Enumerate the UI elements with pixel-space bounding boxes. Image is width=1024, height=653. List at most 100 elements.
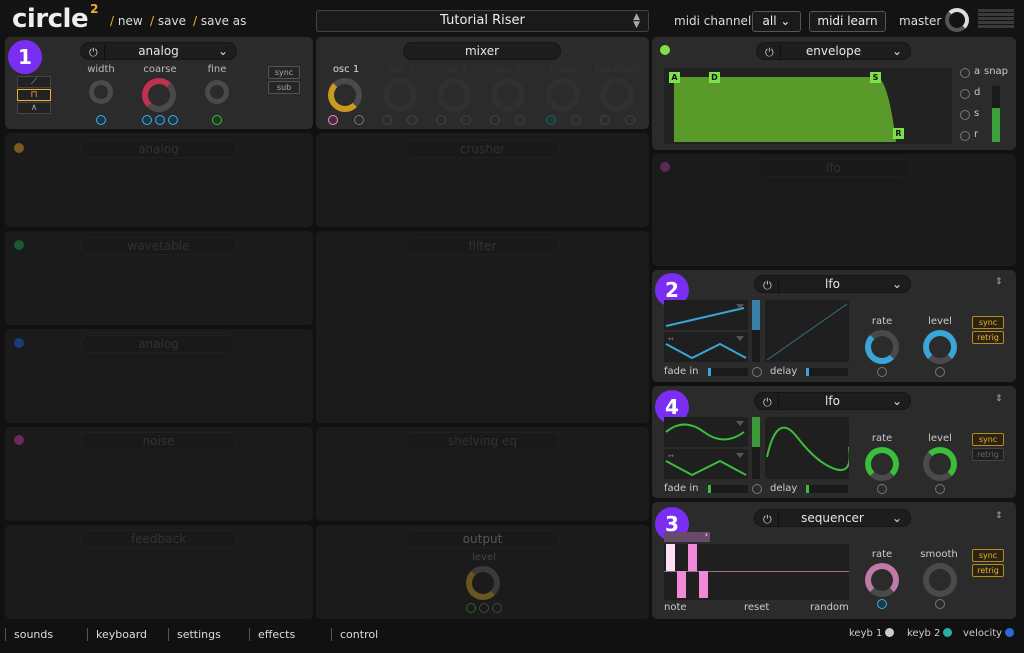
save-as-button[interactable]: / save as — [193, 14, 246, 28]
env-option-d-radio[interactable] — [960, 89, 970, 99]
mixer-noise-knob[interactable] — [546, 78, 580, 112]
sub-button[interactable]: sub — [268, 81, 300, 94]
master-knob[interactable] — [945, 8, 969, 32]
osc4-type-select[interactable]: analog — [80, 335, 237, 353]
square-wave-icon[interactable]: ⊓ — [17, 89, 51, 101]
power-icon[interactable]: ⏻ — [89, 45, 105, 61]
mixer-osc2-knob[interactable] — [383, 78, 417, 112]
env-option-a-radio[interactable] — [960, 68, 970, 78]
lfo4-rate-dot[interactable] — [877, 484, 887, 494]
preset-selector[interactable]: Tutorial Riser ▲ ▼ — [316, 10, 649, 32]
tab-control[interactable]: control — [331, 628, 378, 641]
lfo4-toggle[interactable] — [752, 484, 762, 494]
tab-effects[interactable]: effects — [249, 628, 295, 641]
seq-reset-label[interactable]: reset — [744, 602, 769, 613]
mixer-dot[interactable] — [461, 115, 471, 125]
triangle-wave-icon[interactable]: ∧ — [17, 102, 51, 114]
output-dot[interactable] — [492, 603, 502, 613]
mixer-dot[interactable] — [546, 115, 556, 125]
sequencer-select[interactable]: ⏻ sequencer ⌄ — [754, 509, 911, 528]
lfo-dim-select[interactable]: lfo — [756, 159, 911, 177]
noise-type-select[interactable]: noise — [80, 432, 237, 450]
mixer-osc1-route-dot[interactable] — [328, 115, 338, 125]
coarse-mod-dot-3[interactable] — [168, 115, 178, 125]
mixer-osc1-dot[interactable] — [354, 115, 364, 125]
mixer-dot[interactable] — [571, 115, 581, 125]
osc3-type-select[interactable]: wavetable — [80, 237, 237, 255]
lfo2-sync-button[interactable]: sync — [972, 316, 1004, 329]
seq-smooth-dot[interactable] — [935, 599, 945, 609]
output-dot[interactable] — [479, 603, 489, 613]
mixer-dot[interactable] — [382, 115, 392, 125]
seq-rate-mod-dot[interactable] — [877, 599, 887, 609]
lfo2-fade-slider[interactable] — [708, 368, 748, 376]
lfo4-shape-b[interactable]: ↔ — [664, 449, 748, 479]
tab-sounds[interactable]: sounds — [5, 628, 53, 641]
updown-icon[interactable]: ⇕ — [995, 277, 1003, 287]
lfo2-level-dot[interactable] — [935, 367, 945, 377]
coarse-mod-dot-2[interactable] — [155, 115, 165, 125]
envelope-point-s[interactable]: S — [870, 72, 881, 83]
mixer-osc1-knob[interactable] — [328, 78, 362, 112]
coarse-knob[interactable] — [142, 78, 176, 112]
output-dot[interactable] — [466, 603, 476, 613]
power-icon[interactable]: ⏻ — [763, 512, 779, 528]
mixer-dot[interactable] — [490, 115, 500, 125]
lfo4-fade-slider[interactable] — [708, 485, 748, 493]
midi-channel-select[interactable]: all ⌄ — [752, 11, 801, 32]
output-level-knob[interactable] — [466, 566, 500, 600]
lfo4-shape-a[interactable] — [664, 417, 748, 447]
lfo4-delay-slider[interactable] — [806, 485, 848, 493]
power-icon[interactable]: ⏻ — [765, 45, 781, 61]
feedback-type-select[interactable]: feedback — [80, 530, 237, 548]
lfo2-retrig-button[interactable]: retrig — [972, 331, 1004, 344]
updown-icon[interactable]: ⇕ — [995, 394, 1003, 404]
mixer-dot[interactable] — [625, 115, 635, 125]
seq-sync-button[interactable]: sync — [972, 549, 1004, 562]
osc2-type-select[interactable]: analog — [80, 140, 237, 158]
save-button[interactable]: / save — [150, 14, 186, 28]
envelope-point-a[interactable]: A — [669, 72, 680, 83]
lfo2-depth-slider[interactable] — [752, 300, 760, 362]
keyb2-indicator[interactable]: keyb 2 — [907, 628, 953, 639]
lfo2-shape-a[interactable] — [664, 300, 748, 330]
keyb1-indicator[interactable]: keyb 1 — [849, 628, 895, 639]
sequencer-length-bar[interactable]: › — [664, 530, 710, 542]
sync-button[interactable]: sync — [268, 66, 300, 79]
fine-knob[interactable] — [205, 80, 229, 104]
lfo2-delay-slider[interactable] — [806, 368, 848, 376]
new-button[interactable]: / new — [110, 14, 143, 28]
mixer-dot[interactable] — [436, 115, 446, 125]
mixer-dot[interactable] — [600, 115, 610, 125]
envelope-point-r[interactable]: R — [893, 128, 904, 139]
lfo4-select[interactable]: ⏻ lfo ⌄ — [754, 392, 911, 411]
lfo4-retrig-button[interactable]: retrig — [972, 448, 1004, 461]
env-option-s-radio[interactable] — [960, 110, 970, 120]
lfo2-level-knob[interactable] — [923, 330, 957, 364]
power-icon[interactable]: ⏻ — [763, 278, 779, 294]
updown-icon[interactable]: ⇕ — [995, 511, 1003, 521]
envelope-graph[interactable] — [664, 68, 952, 144]
saw-wave-icon[interactable]: ⟋ — [17, 76, 51, 88]
lfo2-select[interactable]: ⏻ lfo ⌄ — [754, 275, 911, 294]
power-icon[interactable]: ⏻ — [763, 395, 779, 411]
velocity-indicator[interactable]: velocity — [963, 628, 1015, 639]
lfo2-shape-b[interactable]: ↔ — [664, 332, 748, 362]
width-knob[interactable] — [89, 80, 113, 104]
seq-rate-knob[interactable] — [865, 563, 899, 597]
filter-select[interactable]: filter — [405, 237, 560, 255]
mixer-dot[interactable] — [407, 115, 417, 125]
lfo2-toggle[interactable] — [752, 367, 762, 377]
crusher-select[interactable]: crusher — [405, 140, 560, 158]
lfo4-sync-button[interactable]: sync — [972, 433, 1004, 446]
fine-mod-dot[interactable] — [212, 115, 222, 125]
envelope-point-d[interactable]: D — [709, 72, 720, 83]
lfo4-rate-knob[interactable] — [865, 447, 899, 481]
osc-type-select[interactable]: ⏻ analog ⌄ — [80, 42, 237, 61]
mixer-osc4-knob[interactable] — [491, 78, 525, 112]
envelope-select[interactable]: ⏻ envelope ⌄ — [756, 42, 911, 61]
tab-keyboard[interactable]: keyboard — [87, 628, 147, 641]
seq-random-label[interactable]: random — [810, 602, 849, 613]
lfo4-level-dot[interactable] — [935, 484, 945, 494]
seq-smooth-knob[interactable] — [923, 563, 957, 597]
